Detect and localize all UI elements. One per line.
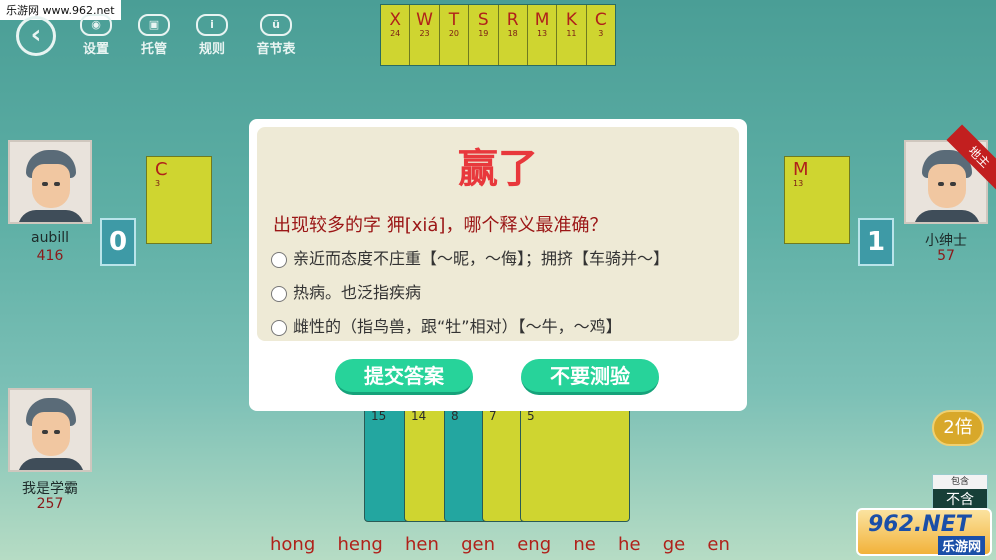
radio-button[interactable] [271,251,287,268]
submit-answer-button[interactable]: 提交答案 [335,359,473,395]
pinyin-syllable: en [707,534,730,555]
quiz-option-text: 亲近而态度不庄重【～昵，～侮】；拥挤【车骑并～】 [293,249,670,268]
pinyin-syllable: ge [662,534,686,555]
pinyin-syllable: eng [517,534,552,555]
back-arrow-icon: ‹ [30,20,42,50]
pinyin-syllable: heng [337,534,383,555]
settings-button[interactable]: ◉ 设置 [70,14,122,57]
tax-toggle[interactable]: 包含 不含 [932,474,988,512]
quiz-panel: 赢了 出现较多的字 狎[xiá]，哪个释义最准确？ 亲近而态度不庄重【～昵，～侮… [257,127,739,341]
left-played-card: C3 [146,156,212,244]
left-player-score: 416 [36,248,64,264]
left-player-avatar[interactable] [8,140,92,224]
top-card: M 13 [527,5,558,65]
quiz-option[interactable]: 雌性的（指鸟兽，跟“牡”相对）【～牛，～鸡】 [271,313,731,337]
top-card: K 11 [557,5,587,65]
eye-icon: ◉ [80,14,112,36]
right-cards-left-count: 1 [858,218,894,266]
skip-quiz-button[interactable]: 不要测验 [521,359,659,395]
quiz-option[interactable]: 亲近而态度不庄重【～昵，～侮】；拥挤【车骑并～】 [271,245,731,269]
self-player-name: 我是学霸 [22,481,78,497]
pinyin-syllable-row: hong heng hen gen eng ne he ge en [270,534,730,558]
rules-label: 规则 [198,42,225,57]
robot-icon: ▣ [138,14,170,36]
hand-card[interactable]: 5 [520,404,630,522]
watermark-logo: 962.NET 乐游网 [856,508,992,556]
back-button[interactable]: ‹ [16,16,56,56]
self-player-score: 257 [36,496,64,512]
radio-button[interactable] [271,319,287,336]
top-card: T 20 [439,5,470,65]
top-card: S 19 [469,5,499,65]
watermark-logo-text: 962.NET [868,512,971,537]
left-player-name: aubill [30,230,69,246]
quiz-option-text: 雌性的（指鸟兽，跟“牡”相对）【～牛，～鸡】 [293,317,622,336]
left-cards-left-count: 0 [100,218,136,266]
multiplier-badge: 2倍 [932,410,984,446]
top-card: C3 [586,5,615,65]
quiz-option[interactable]: 热病。也泛指疾病 [271,279,731,303]
self-player-avatar[interactable] [8,388,92,472]
tax-label: 包含 [933,475,987,489]
pinyin-syllable: ne [573,534,596,555]
right-player-name: 小绅士 [925,233,967,249]
info-icon: i [196,14,228,36]
radio-button[interactable] [271,285,287,302]
rules-button[interactable]: i 规则 [186,14,238,57]
top-card: W 23 [410,5,440,65]
bottom-cards-display: X 24 W 23 T 20 S 19 R 18 M 13 K 11 C3 [380,4,616,66]
watermark-site-text: 乐游网 [938,536,986,555]
win-title: 赢了 [458,146,538,192]
pinyin-syllable: hong [270,534,316,555]
pinyin-syllable: he [618,534,641,555]
hand-cards: 15 14 8 7 5 [364,404,634,526]
right-played-card: M 13 [784,156,850,244]
syllable-icon: ü [260,14,292,36]
pinyin-syllable: gen [461,534,496,555]
settings-label: 设置 [82,42,109,57]
quiz-question: 出现较多的字 狎[xiá]，哪个释义最准确？ [273,215,608,236]
quiz-option-text: 热病。也泛指疾病 [293,283,422,302]
pinyin-syllable: hen [405,534,439,555]
autoplay-label: 托管 [140,42,167,57]
top-card: R 18 [498,5,528,65]
right-player-score: 57 [937,248,955,264]
syllable-table-label: 音节表 [256,42,296,57]
autoplay-button[interactable]: ▣ 托管 [128,14,180,57]
top-card: X 24 [381,5,411,65]
quiz-dialog: 赢了 出现较多的字 狎[xiá]，哪个释义最准确？ 亲近而态度不庄重【～昵，～侮… [249,119,747,411]
syllable-table-button[interactable]: ü 音节表 [250,14,302,57]
